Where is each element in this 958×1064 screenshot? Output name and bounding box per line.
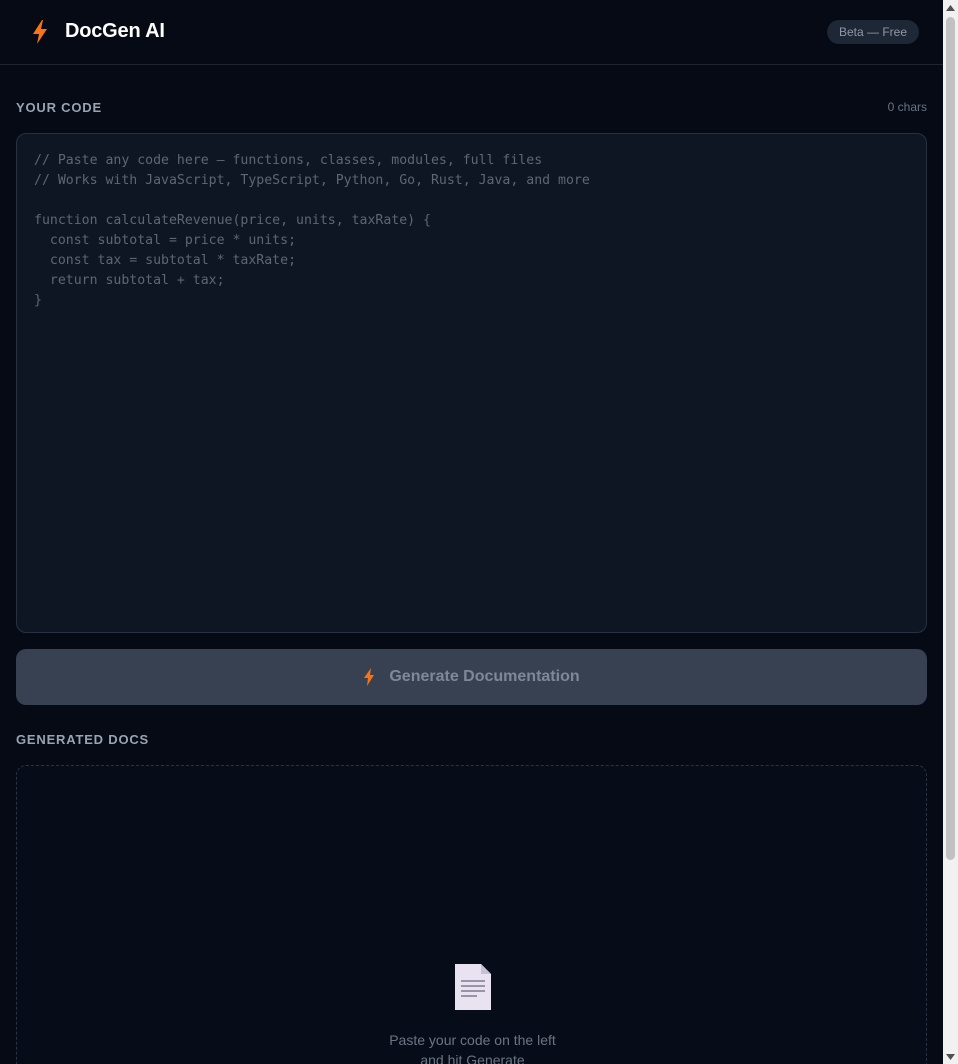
page-scrollbar[interactable] [943,0,958,1064]
generate-button-label: Generate Documentation [389,668,580,685]
code-input[interactable] [34,151,909,615]
empty-state-message: Paste your code on the left and hit Gene… [17,1030,928,1064]
document-icon [455,964,491,1010]
app-viewport: DocGen AI Beta — Free YOUR CODE 0 chars … [0,0,943,1064]
lightning-bolt-icon [364,668,375,686]
scroll-up-arrow-icon[interactable] [943,0,958,15]
app-header: DocGen AI Beta — Free [0,0,943,65]
beta-badge: Beta — Free [827,20,919,44]
code-section-label: YOUR CODE [16,100,102,115]
scroll-down-arrow-icon[interactable] [943,1049,958,1064]
generate-documentation-button[interactable]: Generate Documentation [16,649,927,705]
char-count: 0 chars [887,100,927,114]
empty-state-line-2: and hit Generate [420,1052,525,1064]
scrollbar-thumb[interactable] [946,17,955,860]
empty-state-line-1: Paste your code on the left [389,1032,556,1048]
app-title: DocGen AI [65,20,165,42]
lightning-bolt-icon [33,20,47,44]
docs-section-label: GENERATED DOCS [16,732,150,747]
generated-docs-panel: Paste your code on the left and hit Gene… [16,765,927,1064]
code-editor[interactable] [16,133,927,633]
